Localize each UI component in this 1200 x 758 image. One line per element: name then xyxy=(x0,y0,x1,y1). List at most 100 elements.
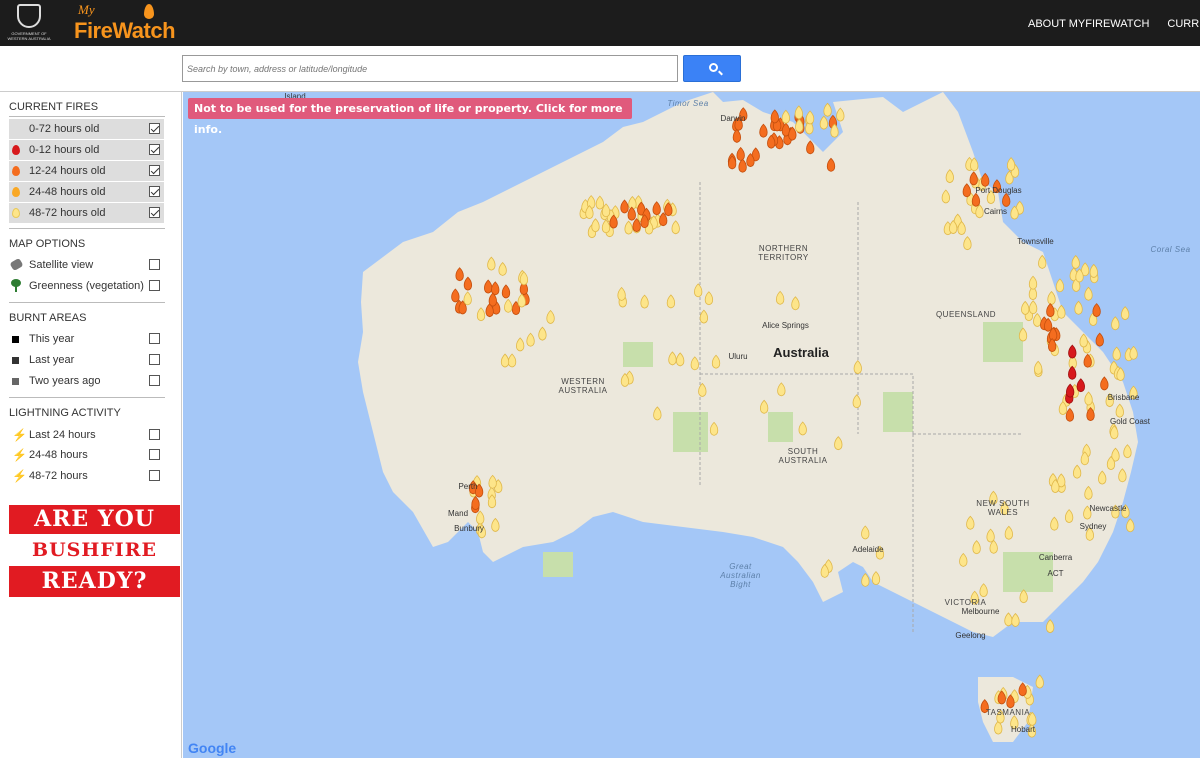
fire-marker-icon[interactable] xyxy=(1129,345,1138,360)
fire-marker-icon[interactable] xyxy=(969,171,978,186)
burnt-two-years-row[interactable]: Two years ago xyxy=(9,371,164,391)
fire-marker-icon[interactable] xyxy=(500,353,510,368)
fire-marker-icon[interactable] xyxy=(1111,316,1120,331)
fire-marker-icon[interactable] xyxy=(1074,300,1083,315)
fires-48-72-row[interactable]: 48-72 hours old xyxy=(9,203,164,223)
fire-marker-icon[interactable] xyxy=(1071,254,1080,269)
fire-marker-icon[interactable] xyxy=(1004,525,1013,540)
fires-24-48-checkbox[interactable] xyxy=(149,186,160,197)
fire-marker-icon[interactable] xyxy=(652,201,661,216)
fire-marker-icon[interactable] xyxy=(491,517,500,532)
nav-current-link[interactable]: CURRENT... xyxy=(1167,18,1200,30)
fire-marker-icon[interactable] xyxy=(1045,619,1055,634)
fire-marker-icon[interactable] xyxy=(538,326,547,341)
fire-marker-icon[interactable] xyxy=(546,309,555,324)
burnt-last-year-checkbox[interactable] xyxy=(149,354,160,365)
fire-marker-icon[interactable] xyxy=(775,290,785,305)
fire-marker-icon[interactable] xyxy=(694,283,703,298)
fire-marker-icon[interactable] xyxy=(759,123,768,138)
fire-marker-icon[interactable] xyxy=(1098,470,1107,485)
fire-marker-icon[interactable] xyxy=(1018,682,1027,697)
lightning-24h-row[interactable]: ⚡ Last 24 hours xyxy=(9,425,164,445)
fire-marker-icon[interactable] xyxy=(451,288,460,303)
fire-marker-icon[interactable] xyxy=(698,382,707,397)
fire-marker-icon[interactable] xyxy=(1028,275,1038,290)
burnt-two-years-checkbox[interactable] xyxy=(149,375,160,386)
fire-marker-icon[interactable] xyxy=(834,436,843,451)
fire-marker-icon[interactable] xyxy=(1121,306,1130,321)
fire-marker-icon[interactable] xyxy=(1126,518,1135,533)
fire-marker-icon[interactable] xyxy=(455,267,464,282)
fire-marker-icon[interactable] xyxy=(471,496,480,511)
fire-marker-icon[interactable] xyxy=(1092,303,1101,318)
fire-marker-icon[interactable] xyxy=(794,105,803,120)
fire-marker-icon[interactable] xyxy=(463,291,472,306)
fire-marker-icon[interactable] xyxy=(595,195,605,210)
fire-marker-icon[interactable] xyxy=(1068,344,1077,359)
fire-marker-icon[interactable] xyxy=(1018,327,1028,342)
fires-0-72-checkbox[interactable] xyxy=(149,123,160,134)
fire-marker-icon[interactable] xyxy=(1057,304,1066,319)
burnt-this-year-checkbox[interactable] xyxy=(149,333,160,344)
lightning-24-48-checkbox[interactable] xyxy=(149,449,160,460)
fire-marker-icon[interactable] xyxy=(484,279,493,294)
fire-marker-icon[interactable] xyxy=(1006,157,1016,172)
lightning-48-72-checkbox[interactable] xyxy=(149,470,160,481)
fire-marker-icon[interactable] xyxy=(1089,263,1098,278)
map-canvas[interactable]: Timor Sea Coral Sea Great Australian Big… xyxy=(183,92,1200,758)
fire-marker-icon[interactable] xyxy=(972,540,981,555)
lightning-24h-checkbox[interactable] xyxy=(149,429,160,440)
fire-marker-icon[interactable] xyxy=(861,572,870,587)
fire-marker-icon[interactable] xyxy=(1034,360,1043,375)
fire-marker-icon[interactable] xyxy=(699,309,709,324)
fire-marker-icon[interactable] xyxy=(498,261,507,276)
fires-48-72-checkbox[interactable] xyxy=(149,207,160,218)
fire-marker-icon[interactable] xyxy=(1100,376,1109,391)
fire-marker-icon[interactable] xyxy=(1068,365,1077,380)
fire-marker-icon[interactable] xyxy=(1038,254,1047,269)
fire-marker-icon[interactable] xyxy=(777,382,786,397)
fire-marker-icon[interactable] xyxy=(526,332,535,347)
fire-marker-icon[interactable] xyxy=(1047,290,1056,305)
burnt-last-year-row[interactable]: Last year xyxy=(9,350,164,370)
fire-marker-icon[interactable] xyxy=(806,140,815,155)
fire-marker-icon[interactable] xyxy=(1112,346,1121,361)
fire-marker-icon[interactable] xyxy=(591,218,600,233)
fire-marker-icon[interactable] xyxy=(836,107,845,122)
fires-12-24-checkbox[interactable] xyxy=(149,165,160,176)
search-input[interactable] xyxy=(182,55,678,82)
fire-marker-icon[interactable] xyxy=(1118,468,1127,483)
fire-marker-icon[interactable] xyxy=(617,286,626,301)
satellite-view-row[interactable]: Satellite view xyxy=(9,255,164,275)
fire-marker-icon[interactable] xyxy=(1084,286,1093,301)
fire-marker-icon[interactable] xyxy=(487,256,496,271)
nav-about-link[interactable]: ABOUT MYFIREWATCH xyxy=(1028,18,1149,30)
lightning-24-48-row[interactable]: ⚡ 24-48 hours xyxy=(9,445,164,465)
fire-marker-icon[interactable] xyxy=(1019,589,1028,604)
fire-marker-icon[interactable] xyxy=(736,146,745,161)
greenness-checkbox[interactable] xyxy=(149,280,160,291)
fire-marker-icon[interactable] xyxy=(798,421,807,436)
fire-marker-icon[interactable] xyxy=(1046,303,1055,318)
bushfire-ready-banner[interactable]: ARE YOU BUSHFIRE READY? xyxy=(9,505,180,597)
lightning-48-72-row[interactable]: ⚡ 48-72 hours xyxy=(9,466,164,486)
fire-marker-icon[interactable] xyxy=(653,406,662,421)
burnt-this-year-row[interactable]: This year xyxy=(9,329,164,349)
fire-marker-icon[interactable] xyxy=(1076,378,1085,393)
fire-marker-icon[interactable] xyxy=(690,356,699,371)
fire-marker-icon[interactable] xyxy=(1095,332,1104,347)
fire-marker-icon[interactable] xyxy=(666,294,676,309)
fire-marker-icon[interactable] xyxy=(1072,464,1082,479)
satellite-view-checkbox[interactable] xyxy=(149,259,160,270)
fire-marker-icon[interactable] xyxy=(781,109,791,124)
fire-marker-icon[interactable] xyxy=(476,307,486,322)
fire-marker-icon[interactable] xyxy=(770,109,779,124)
fire-marker-icon[interactable] xyxy=(759,399,769,414)
fire-marker-icon[interactable] xyxy=(1035,674,1044,689)
fires-24-48-row[interactable]: 24-48 hours old xyxy=(9,182,164,202)
fire-marker-icon[interactable] xyxy=(676,352,685,367)
fire-marker-icon[interactable] xyxy=(488,474,497,489)
fire-marker-icon[interactable] xyxy=(853,360,862,375)
fire-marker-icon[interactable] xyxy=(1079,333,1088,348)
fire-marker-icon[interactable] xyxy=(1050,516,1059,531)
